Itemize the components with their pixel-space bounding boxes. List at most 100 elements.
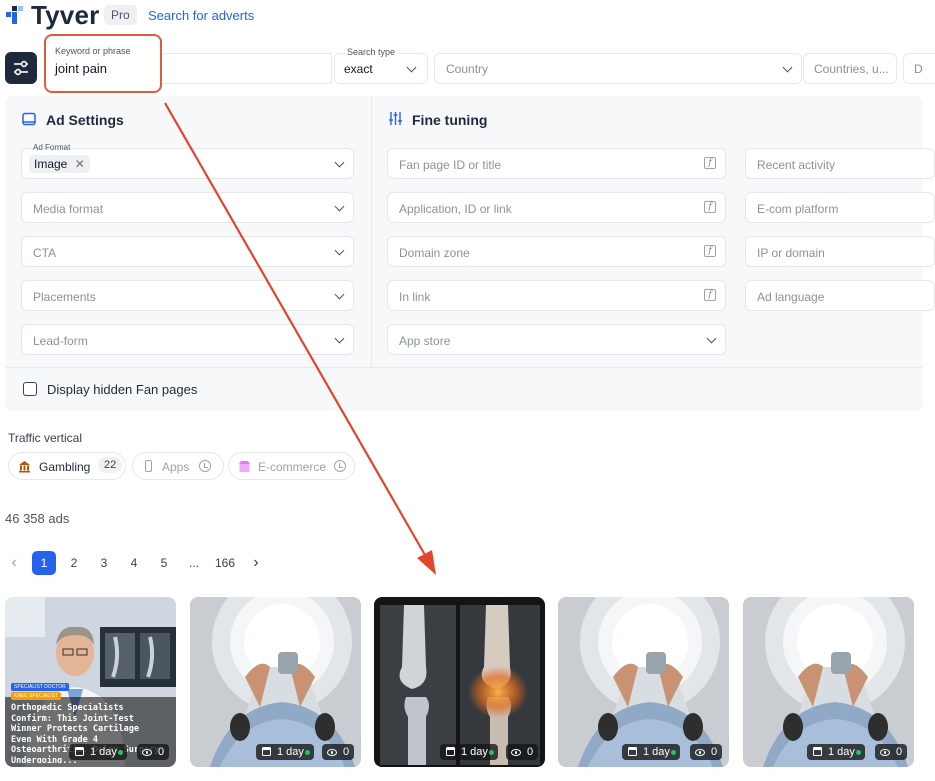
- keyword-field-extension[interactable]: [162, 53, 332, 84]
- date-placeholder: D: [914, 62, 923, 76]
- ad-views: 0: [711, 746, 718, 758]
- keyword-label: Keyword or phrase: [55, 46, 131, 56]
- ad-image-mri: [558, 597, 729, 767]
- eye-icon: [511, 749, 521, 756]
- recent-activity-select[interactable]: Recent activity: [745, 148, 935, 179]
- ad-age: 1 day: [828, 746, 855, 758]
- filters-toggle-button[interactable]: [5, 52, 37, 84]
- domain-zone-placeholder: Domain zone: [399, 246, 470, 260]
- chevron-down-icon: [334, 245, 345, 256]
- function-icon[interactable]: f: [704, 157, 716, 169]
- pagination-ellipsis: ...: [188, 556, 199, 570]
- ad-card[interactable]: 1 day 0: [743, 597, 914, 767]
- ad-card[interactable]: 1 day 0: [558, 597, 729, 767]
- traffic-ecommerce-label: E-commerce: [258, 460, 327, 474]
- ad-views: 0: [158, 746, 165, 758]
- ad-format-select[interactable]: Ad Format Image ✕: [21, 143, 354, 179]
- ad-views-badge: 0: [506, 744, 538, 760]
- search-type-label: Search type: [345, 47, 398, 57]
- ad-language-placeholder: Ad language: [757, 290, 825, 304]
- date-select[interactable]: D: [903, 53, 935, 84]
- function-icon[interactable]: f: [704, 201, 716, 213]
- phone-icon: [145, 460, 152, 472]
- fine-tuning-title: Fine tuning: [412, 112, 488, 128]
- pagination-page-3[interactable]: 3: [92, 551, 116, 575]
- lead-form-select[interactable]: Lead-form: [21, 324, 354, 355]
- ad-card[interactable]: 1 day 0: [374, 597, 545, 767]
- ad-format-chip[interactable]: Image ✕: [29, 155, 90, 173]
- tyver-logo-icon: [6, 6, 23, 24]
- chevron-down-icon: [334, 289, 345, 300]
- app-store-select[interactable]: App store: [387, 324, 726, 355]
- active-dot: [856, 750, 861, 755]
- active-dot: [305, 750, 310, 755]
- sliders-icon: [14, 60, 28, 76]
- plan-badge: Pro: [104, 5, 137, 25]
- placements-select[interactable]: Placements: [21, 280, 354, 311]
- ad-age: 1 day: [461, 746, 488, 758]
- clock-icon: [199, 460, 211, 472]
- search-adverts-link[interactable]: Search for adverts: [148, 8, 254, 23]
- chevron-down-icon: [334, 201, 345, 212]
- ad-language-select[interactable]: Ad language: [745, 280, 935, 311]
- ad-format-label: Ad Format: [33, 143, 71, 152]
- pagination-page-4[interactable]: 4: [122, 551, 146, 575]
- ad-views-badge: 0: [137, 744, 169, 760]
- media-format-select[interactable]: Media format: [21, 192, 354, 223]
- chevron-down-icon: [706, 333, 717, 344]
- keyword-input[interactable]: joint pain: [55, 61, 107, 76]
- traffic-apps-pill[interactable]: Apps: [132, 452, 224, 480]
- ad-card[interactable]: 1 day 0: [190, 597, 361, 767]
- application-input[interactable]: Application, ID or link f: [387, 192, 726, 223]
- pagination-page-2[interactable]: 2: [62, 551, 86, 575]
- traffic-ecommerce-pill[interactable]: E-commerce: [228, 452, 355, 480]
- traffic-vertical-label: Traffic vertical: [8, 431, 83, 445]
- cta-select[interactable]: CTA: [21, 236, 354, 267]
- hidden-fanpages-label: Display hidden Fan pages: [47, 382, 198, 397]
- close-icon[interactable]: ✕: [75, 157, 85, 171]
- chevron-down-icon: [334, 157, 345, 168]
- ad-age-badge: 1 day: [807, 744, 865, 760]
- ad-card[interactable]: SPECIALIST DOCTOR KNEE SPECIALIST Orthop…: [5, 597, 176, 767]
- clock-icon: [334, 460, 346, 472]
- country-select[interactable]: Country: [434, 53, 802, 84]
- in-link-input[interactable]: In link f: [387, 280, 726, 311]
- traffic-apps-label: Apps: [162, 460, 190, 474]
- ads-count: 46 358 ads: [5, 511, 70, 526]
- domain-zone-input[interactable]: Domain zone f: [387, 236, 726, 267]
- tuning-sliders-icon: [389, 112, 402, 125]
- pagination-next[interactable]: ›: [244, 551, 268, 575]
- in-link-placeholder: In link: [399, 290, 431, 304]
- specialist-tag: SPECIALIST DOCTOR: [11, 683, 69, 691]
- ip-domain-placeholder: IP or domain: [757, 246, 825, 260]
- media-format-placeholder: Media format: [33, 202, 104, 216]
- active-dot: [489, 750, 494, 755]
- eye-icon: [695, 749, 705, 756]
- ip-domain-input[interactable]: IP or domain: [745, 236, 935, 267]
- lead-form-placeholder: Lead-form: [33, 334, 88, 348]
- calendar-icon: [262, 747, 271, 756]
- cta-placeholder: CTA: [33, 246, 57, 260]
- active-dot: [118, 750, 123, 755]
- shop-icon: [239, 461, 250, 472]
- ad-age: 1 day: [643, 746, 670, 758]
- country-placeholder: Country: [446, 62, 489, 76]
- ecom-platform-select[interactable]: E-com platform: [745, 192, 935, 223]
- pagination-page-5[interactable]: 5: [152, 551, 176, 575]
- eye-icon: [327, 749, 337, 756]
- pagination-prev[interactable]: ‹: [2, 551, 26, 575]
- function-icon[interactable]: f: [704, 245, 716, 257]
- countries-select[interactable]: Countries, u...: [803, 53, 897, 84]
- calendar-icon: [446, 747, 455, 756]
- pagination-page-1[interactable]: 1: [32, 551, 56, 575]
- function-icon[interactable]: f: [704, 289, 716, 301]
- ad-views-badge: 0: [690, 744, 722, 760]
- pagination-page-last[interactable]: 166: [210, 551, 240, 575]
- traffic-gambling-count: 22: [98, 457, 123, 473]
- traffic-gambling-pill[interactable]: Gambling 22: [8, 452, 126, 480]
- hidden-fanpages-checkbox[interactable]: [23, 382, 37, 396]
- panel-divider: [371, 96, 372, 367]
- ad-settings-icon: [22, 112, 36, 126]
- fan-page-input[interactable]: Fan page ID or title f: [387, 148, 726, 179]
- ad-views: 0: [527, 746, 534, 758]
